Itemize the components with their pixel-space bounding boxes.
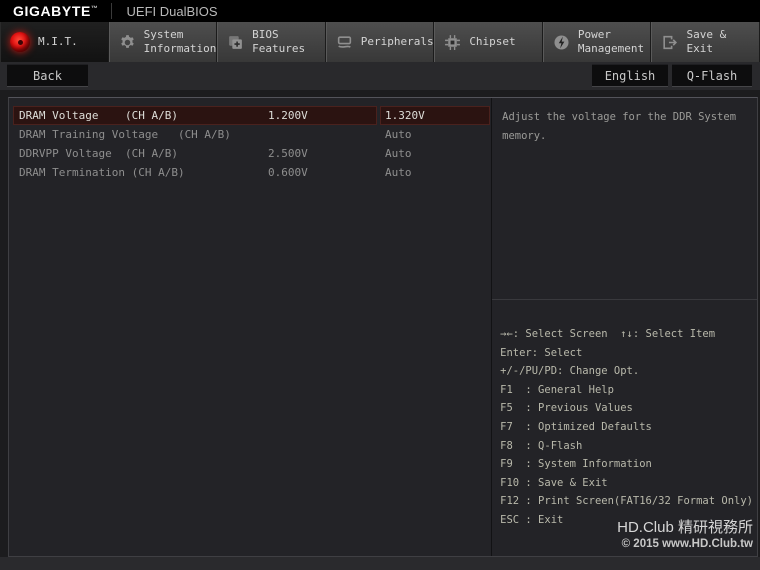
content-panel: DRAM Voltage (CH A/B) 1.200V 1.320V DRAM… — [8, 97, 758, 557]
bios-layers-icon — [227, 34, 244, 51]
hint-enter: Enter: Select — [500, 344, 753, 363]
setting-row-dram-termination[interactable]: DRAM Termination (CH A/B) 0.600V Auto — [13, 163, 487, 182]
toolbar-strip: Back English Q-Flash — [0, 62, 760, 90]
hint-f7: F7 : Optimized Defaults — [500, 418, 753, 437]
watermark: HD.Club 精研視務所 © 2015 www.HD.Club.tw — [617, 519, 753, 551]
tab-label: Power Management — [578, 28, 651, 56]
main-menu-tabbar: M.I.T. System Information BIOS Features … — [0, 22, 760, 62]
setting-default-value: 2.500V — [268, 147, 308, 160]
setting-current-value[interactable]: Auto — [380, 125, 490, 144]
tab-label: System Information — [144, 28, 217, 56]
qflash-button[interactable]: Q-Flash — [672, 64, 752, 87]
tab-label: Peripherals — [361, 35, 434, 49]
chipset-icon — [444, 34, 461, 51]
tab-label: M.I.T. — [38, 35, 78, 49]
tab-label: BIOS Features — [252, 28, 325, 56]
peripherals-icon — [336, 34, 353, 51]
watermark-line2: © 2015 www.HD.Club.tw — [617, 537, 753, 551]
gear-icon — [119, 34, 136, 51]
bottom-strip — [0, 557, 760, 570]
setting-current-value[interactable]: Auto — [380, 163, 490, 182]
gigabyte-logo: GIGABYTE™ — [0, 3, 99, 19]
tab-power-management[interactable]: Power Management — [543, 22, 652, 62]
setting-default-value: 0.600V — [268, 166, 308, 179]
setting-row-dram-training-voltage[interactable]: DRAM Training Voltage (CH A/B) Auto — [13, 125, 487, 144]
hint-f8: F8 : Q-Flash — [500, 437, 753, 456]
power-bolt-icon — [553, 34, 570, 51]
tab-bios-features[interactable]: BIOS Features — [217, 22, 326, 62]
main-area: DRAM Voltage (CH A/B) 1.200V 1.320V DRAM… — [0, 90, 760, 570]
item-help-text: Adjust the voltage for the DDR System me… — [492, 98, 757, 300]
tab-label: Save & Exit — [686, 28, 759, 56]
hint-change-opt: +/-/PU/PD: Change Opt. — [500, 362, 753, 381]
trademark-symbol: ™ — [91, 5, 99, 12]
mit-red-dot-icon — [10, 32, 30, 52]
hint-f9: F9 : System Information — [500, 455, 753, 474]
setting-label: DRAM Training Voltage (CH A/B) — [19, 128, 231, 141]
setting-row-ddrvpp-voltage[interactable]: DDRVPP Voltage (CH A/B) 2.500V Auto — [13, 144, 487, 163]
settings-list: DRAM Voltage (CH A/B) 1.200V 1.320V DRAM… — [13, 106, 487, 182]
settings-pane: DRAM Voltage (CH A/B) 1.200V 1.320V DRAM… — [9, 98, 492, 556]
hint-f12: F12 : Print Screen(FAT16/32 Format Only) — [500, 492, 753, 511]
setting-default-value: 1.200V — [268, 109, 308, 122]
hint-f5: F5 : Previous Values — [500, 399, 753, 418]
title-bar: GIGABYTE™ UEFI DualBIOS — [0, 0, 760, 22]
setting-label: DRAM Voltage (CH A/B) — [19, 109, 178, 122]
back-button[interactable]: Back — [7, 64, 88, 87]
tab-chipset[interactable]: Chipset — [434, 22, 543, 62]
bios-title: UEFI DualBIOS — [112, 4, 218, 19]
setting-current-value[interactable]: 1.320V — [380, 106, 490, 125]
watermark-line1: HD.Club 精研視務所 — [617, 519, 753, 537]
tab-save-exit[interactable]: Save & Exit — [651, 22, 760, 62]
setting-row-dram-voltage[interactable]: DRAM Voltage (CH A/B) 1.200V 1.320V — [13, 106, 487, 125]
tab-mit[interactable]: M.I.T. — [0, 22, 109, 62]
tab-label: Chipset — [469, 35, 515, 49]
setting-current-value[interactable]: Auto — [380, 144, 490, 163]
hint-select-screen: →←: Select Screen ↑↓: Select Item — [500, 325, 753, 344]
setting-label: DDRVPP Voltage (CH A/B) — [19, 147, 178, 160]
hint-f10: F10 : Save & Exit — [500, 474, 753, 493]
help-pane: Adjust the voltage for the DDR System me… — [492, 98, 757, 556]
tab-system-information[interactable]: System Information — [109, 22, 218, 62]
language-button[interactable]: English — [592, 64, 668, 87]
tab-peripherals[interactable]: Peripherals — [326, 22, 435, 62]
setting-label: DRAM Termination (CH A/B) — [19, 166, 185, 179]
save-exit-icon — [661, 34, 678, 51]
key-hints: →←: Select Screen ↑↓: Select Item Enter:… — [492, 300, 757, 556]
hint-f1: F1 : General Help — [500, 381, 753, 400]
